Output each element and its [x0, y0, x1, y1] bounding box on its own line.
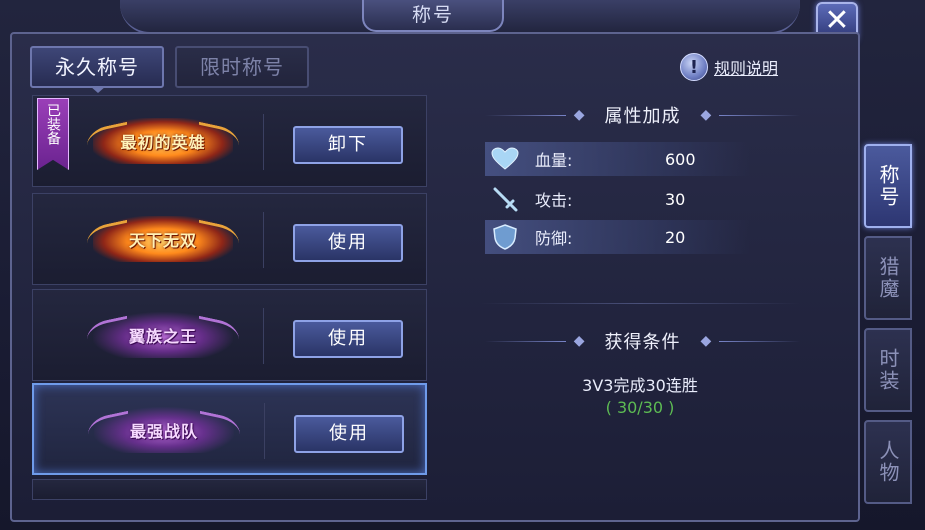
use-button[interactable]: 使用 — [293, 224, 403, 262]
side-tab-titles[interactable]: 称号 — [864, 144, 912, 228]
title-emblem: 天下无双 — [87, 216, 239, 262]
equipped-badge: 已装备 — [37, 98, 69, 170]
ornament-icon: ◆ — [700, 107, 712, 123]
window-title: 称号 — [362, 0, 504, 32]
title-name: 天下无双 — [128, 231, 197, 250]
attribute-label: 血量: — [535, 151, 573, 170]
active-tab-indicator — [90, 86, 106, 93]
condition-progress: ( 30/30 ) — [605, 398, 675, 417]
attribute-row-hp: 血量: 600 — [485, 142, 750, 176]
title-emblem: 翼族之王 — [87, 312, 239, 358]
exclamation-icon: ! — [680, 53, 708, 81]
attribute-row-attack: 攻击: 30 — [485, 182, 750, 216]
condition-header: ◆ 获得条件 ◆ — [485, 326, 800, 356]
title-row-selected[interactable]: 最强战队 使用 — [32, 383, 427, 475]
attributes-header-label: 属性加成 — [604, 106, 681, 127]
section-divider — [480, 303, 800, 304]
title-row[interactable]: 已装备 最初的英雄 卸下 — [32, 95, 427, 187]
attributes-header: ◆ 属性加成 ◆ — [485, 100, 800, 130]
ornament-icon: ◆ — [573, 333, 585, 349]
condition-header-label: 获得条件 — [604, 332, 681, 353]
title-row-partial[interactable] — [32, 479, 427, 500]
row-divider — [264, 403, 265, 459]
tab-limited-titles[interactable]: 限时称号 — [175, 46, 309, 88]
attribute-label: 防御: — [535, 229, 573, 248]
title-row[interactable]: 天下无双 使用 — [32, 193, 427, 285]
side-tab-demon-hunt[interactable]: 猎魔 — [864, 236, 912, 320]
attribute-value: 600 — [665, 149, 696, 169]
ornament-icon: ◆ — [573, 107, 585, 123]
attribute-row-defense: 防御: 20 — [485, 220, 750, 254]
title-name: 最强战队 — [129, 422, 198, 441]
condition-text: 3V3完成30连胜 — [582, 376, 698, 395]
use-button[interactable]: 使用 — [293, 320, 403, 358]
rules-label: 规则说明 — [714, 59, 779, 78]
title-list: 已装备 最初的英雄 卸下 天下无双 使用 翼族之王 使用 最强战队 使用 — [32, 95, 427, 500]
title-row[interactable]: 翼族之王 使用 — [32, 289, 427, 381]
unequip-button[interactable]: 卸下 — [293, 126, 403, 164]
attribute-value: 30 — [665, 189, 686, 209]
rules-button[interactable]: ! 规则说明 — [680, 52, 778, 82]
ornament-icon: ◆ — [700, 333, 712, 349]
title-emblem: 最初的英雄 — [87, 118, 239, 164]
side-tab-character[interactable]: 人物 — [864, 420, 912, 504]
shield-icon — [489, 223, 521, 251]
side-tab-fashion[interactable]: 时装 — [864, 328, 912, 412]
heart-icon — [489, 145, 521, 173]
row-divider — [263, 114, 264, 170]
use-button[interactable]: 使用 — [294, 415, 404, 453]
attribute-label: 攻击: — [535, 191, 573, 210]
title-name: 翼族之王 — [128, 327, 197, 346]
title-name: 最初的英雄 — [120, 133, 206, 152]
row-divider — [263, 212, 264, 268]
sword-icon — [489, 185, 521, 213]
tab-permanent-titles[interactable]: 永久称号 — [30, 46, 164, 88]
title-emblem: 最强战队 — [88, 407, 240, 453]
row-divider — [263, 308, 264, 364]
attribute-value: 20 — [665, 227, 686, 247]
